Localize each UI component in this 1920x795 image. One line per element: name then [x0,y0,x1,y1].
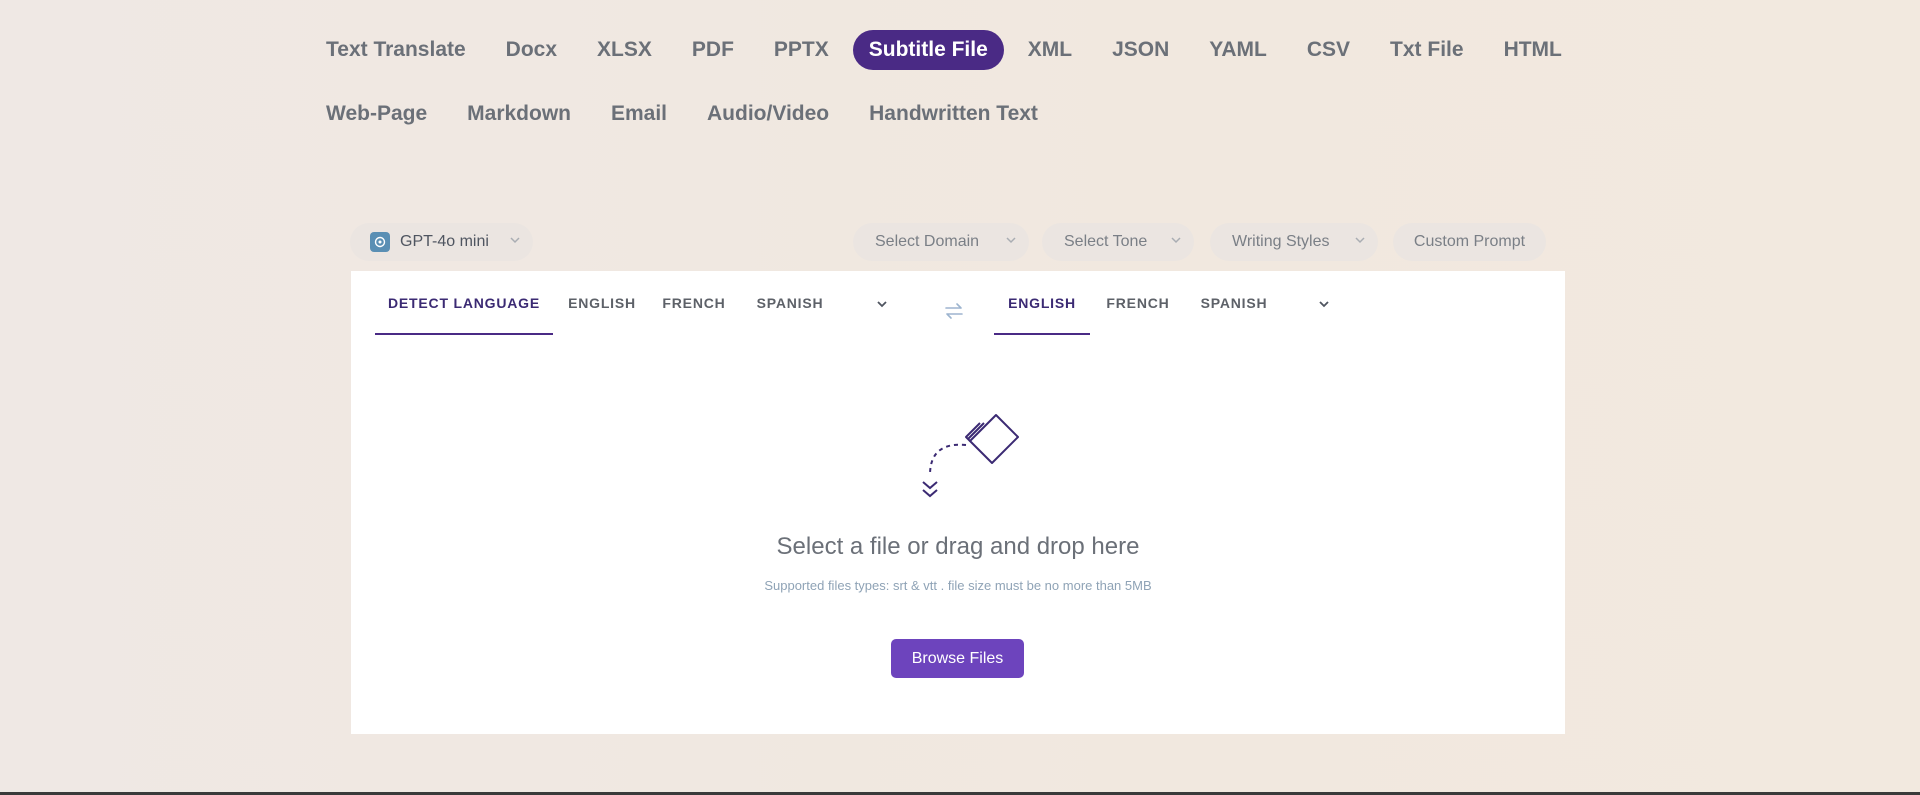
tab-html[interactable]: HTML [1488,30,1578,70]
tab-pdf[interactable]: PDF [676,30,750,70]
domain-select[interactable]: Select Domain [853,223,1029,261]
writing-styles-select[interactable]: Writing Styles [1210,223,1378,261]
drop-zone-title: Select a file or drag and drop here [776,533,1140,560]
tab-yaml[interactable]: YAML [1193,30,1283,70]
custom-prompt-label: Custom Prompt [1413,233,1526,250]
tab-xml[interactable]: XML [1012,30,1088,70]
tab-csv[interactable]: CSV [1291,30,1366,70]
target-lang-spanish[interactable]: SPANISH [1197,271,1271,335]
browse-files-button[interactable]: Browse Files [891,639,1024,678]
file-drop-icon [922,414,1019,498]
translation-toolbar: GPT-4o mini Select Domain Select Tone Wr… [350,223,1546,261]
model-select-label: GPT-4o mini [400,233,489,250]
swap-languages-icon[interactable] [943,301,965,321]
tab-handwritten-text[interactable]: Handwritten Text [853,94,1054,134]
model-select[interactable]: GPT-4o mini [350,223,533,261]
format-tabs: Text Translate Docx XLSX PDF PPTX Subtit… [310,30,1562,158]
tone-select-label: Select Tone [1064,233,1148,250]
source-lang-english[interactable]: ENGLISH [566,271,638,335]
tab-email[interactable]: Email [595,94,683,134]
source-lang-spanish[interactable]: SPANISH [753,271,827,335]
source-lang-more-chevron-icon[interactable] [875,297,889,311]
tab-subtitle-file[interactable]: Subtitle File [852,30,1004,70]
upload-card: DETECT LANGUAGE ENGLISH FRENCH SPANISH E… [351,271,1565,734]
chevron-down-icon [1171,237,1181,244]
target-lang-french[interactable]: FRENCH [1103,271,1173,335]
format-tabs-row-2: Web-Page Markdown Email Audio/Video Hand… [310,94,1560,134]
tab-web-page[interactable]: Web-Page [310,94,443,134]
tab-xlsx[interactable]: XLSX [581,30,668,70]
format-tabs-row-1: Text Translate Docx XLSX PDF PPTX Subtit… [310,30,1562,70]
tab-pptx[interactable]: PPTX [758,30,845,70]
tab-json[interactable]: JSON [1096,30,1185,70]
tab-text-translate[interactable]: Text Translate [310,30,482,70]
writing-styles-label: Writing Styles [1232,233,1330,250]
target-lang-english[interactable]: ENGLISH [994,271,1090,335]
tab-markdown[interactable]: Markdown [451,94,587,134]
language-bar: DETECT LANGUAGE ENGLISH FRENCH SPANISH E… [351,271,1565,335]
source-lang-detect[interactable]: DETECT LANGUAGE [375,271,553,335]
target-lang-more-chevron-icon[interactable] [1317,297,1331,311]
source-lang-french[interactable]: FRENCH [659,271,729,335]
tab-txt-file[interactable]: Txt File [1374,30,1480,70]
tab-audio-video[interactable]: Audio/Video [691,94,845,134]
chevron-down-icon [1355,237,1365,244]
tone-select[interactable]: Select Tone [1042,223,1194,261]
tab-docx[interactable]: Docx [490,30,573,70]
chevron-down-icon [1006,237,1016,244]
chevron-down-icon [510,237,520,244]
custom-prompt-button[interactable]: Custom Prompt [1393,223,1546,261]
openai-logo-icon [370,232,390,252]
supported-file-types: Supported files types: srt & vtt . file … [764,578,1152,593]
domain-select-label: Select Domain [875,233,980,250]
